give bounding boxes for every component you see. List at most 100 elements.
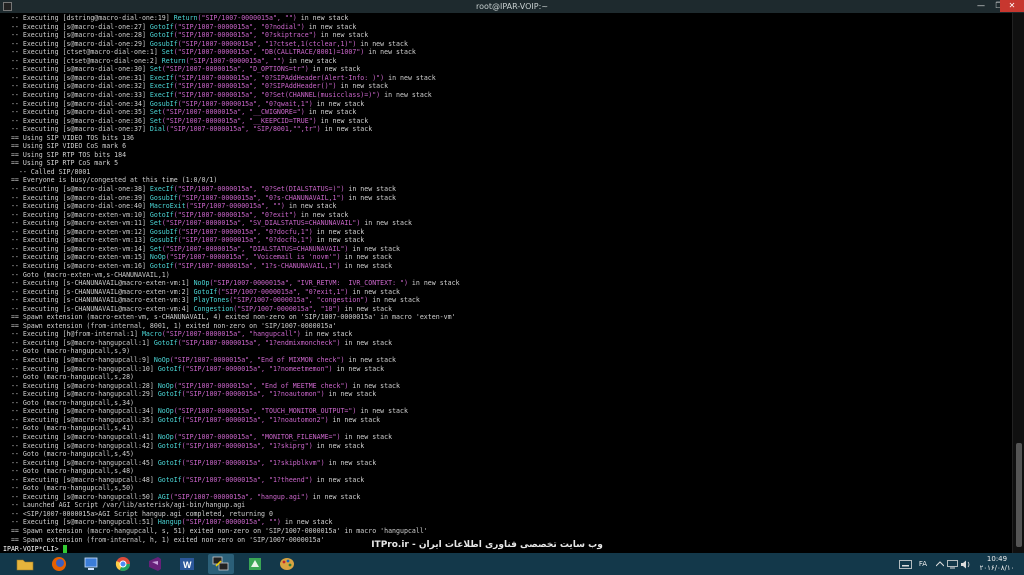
- terminal-line-segment: in new stack: [348, 287, 401, 296]
- terminal-window: root@IPAR-VOIP:~ — ❐ ✕ -- Executing [dst…: [0, 0, 1024, 553]
- banner-tagline: - وب سایت تخصصی فناوری اطلاعات ایران: [408, 540, 603, 550]
- folder-icon: [16, 559, 34, 571]
- terminal-line-segment: ("SIP/1007-0000015a", "0?docfu,1"): [177, 227, 313, 236]
- terminal-line-segment: in new stack: [312, 441, 365, 450]
- terminal-line-segment: ("SIP/1007-0000015a", "Voicemail is 'nov…: [165, 253, 341, 262]
- terminal-line-segment: == Using SIP VIDEO CoS mark 6: [3, 142, 127, 151]
- terminal-line-segment: ("SIP/1007-0000015a", ""): [181, 518, 281, 527]
- terminal-line-segment: ("SIP/1007-0000015a", "DB(CALLTRACE/8001…: [173, 48, 365, 57]
- terminal-line-segment: in new stack: [407, 279, 460, 288]
- watermark-banner: ITPro.ir - وب سایت تخصصی فناوری اطلاعات …: [352, 539, 622, 552]
- terminal-line-segment: in new stack: [312, 99, 365, 108]
- taskbar-visual-studio[interactable]: [142, 554, 168, 574]
- terminal-line-segment: ("SIP/1007-0000015a", "1?theend"): [181, 475, 313, 484]
- terminal-line-segment: -- Executing [s@macro-exten-vm:12]: [3, 227, 150, 236]
- terminal-line-segment: in new stack: [340, 432, 393, 441]
- terminal-line-segment: GotoIf: [157, 364, 182, 373]
- volume-icon[interactable]: [959, 553, 971, 575]
- terminal-line-segment: Dial: [149, 125, 166, 134]
- text-cursor: [62, 545, 67, 553]
- terminal-line-segment: -- Executing [s@macro-exten-vm:10]: [3, 210, 150, 219]
- close-button[interactable]: ✕: [1000, 0, 1024, 12]
- terminal-line-segment: in new stack: [340, 253, 393, 262]
- terminal-line-segment: -- Executing [s@macro-hangupcall:50]: [3, 492, 158, 501]
- terminal-line-segment: -- <SIP/1007-0000015a>AGI Script hangup.…: [3, 509, 273, 518]
- terminal-line-segment: ("SIP/1007-0000015a", "0?exit,1"): [217, 287, 349, 296]
- terminal-line-segment: in new stack: [336, 82, 389, 91]
- terminal-line-segment: AGI: [157, 492, 170, 501]
- terminal-output[interactable]: -- Executing [dstring@macro-dial-one:19]…: [0, 13, 1012, 553]
- terminal-line-segment: ("SIP/1007-0000015a", "End of MIXMON che…: [169, 356, 345, 364]
- terminal-line-segment: in new stack: [340, 338, 393, 347]
- system-clock[interactable]: 10:49 ۲۰۱۶/۰۸/۱۰: [974, 555, 1020, 573]
- terminal-line-segment: in new stack: [384, 73, 436, 82]
- terminal-line-segment: GosubIf: [149, 236, 178, 245]
- terminal-line-segment: -- Executing [s@macro-exten-vm:15]: [3, 253, 150, 262]
- terminal-line-segment: -- Goto (macro-hangupcall,s,50): [3, 484, 135, 493]
- terminal-line-segment: -- Executing [ctset@macro-dial-one:1]: [3, 48, 162, 57]
- terminal-line-segment: -- Executing [s@macro-hangupcall:45]: [3, 458, 158, 467]
- terminal-line-segment: -- Executing [s@macro-hangupcall:9]: [3, 356, 154, 364]
- terminal-line-segment: ("SIP/1007-0000015a", "hangupcall"): [161, 330, 301, 339]
- taskbar-app-green[interactable]: [242, 554, 268, 574]
- language-indicator[interactable]: FA: [914, 553, 932, 575]
- terminal-line-segment: -- Executing [s@macro-dial-one:36]: [3, 116, 150, 125]
- terminal-line-segment: == Spawn extension (from-internal, 8001,…: [3, 321, 337, 330]
- terminal-line-segment: == Spawn extension (macro-hangupcall, s,…: [3, 527, 428, 535]
- terminal-line-segment: Hangup: [157, 518, 182, 527]
- firefox-icon: [52, 557, 66, 571]
- terminal-line-segment: == Spawn extension (from-internal, h, 1)…: [3, 535, 325, 544]
- taskbar-chrome[interactable]: [110, 554, 136, 574]
- terminal-line-segment: ("SIP/1007-0000015a", "1?noautomon"): [181, 390, 325, 399]
- terminal-line-segment: in new stack: [344, 193, 397, 202]
- terminal-line-segment: ("SIP/1007-0000015a", "MONITOR_FILENAME=…: [173, 432, 341, 441]
- keyboard-icon[interactable]: [898, 553, 912, 575]
- word-icon: W: [180, 558, 194, 570]
- terminal-line-segment: in new stack: [308, 492, 361, 501]
- terminal-line-segment: ExecIf: [149, 73, 174, 82]
- taskbar-file-explorer[interactable]: [12, 554, 38, 574]
- terminal-line-segment: MacroExit: [149, 202, 186, 211]
- terminal-line-segment: -- Goto (macro-hangupcall,s,41): [3, 424, 135, 433]
- terminal-line-segment: in new stack: [356, 39, 408, 48]
- terminal-line-segment: -- Executing [s@macro-hangupcall:51]: [3, 518, 158, 527]
- terminal-line-segment: ("SIP/1007-0000015a", "1?s-CHANUNAVAIL,1…: [173, 261, 341, 270]
- clock-time: 10:49: [986, 555, 1008, 563]
- terminal-line-segment: -- Executing [s@macro-exten-vm:14]: [3, 244, 150, 253]
- taskbar-network-tool[interactable]: [78, 554, 104, 574]
- terminal-line-segment: Set: [149, 116, 162, 125]
- terminal-line-segment: NoOp: [193, 279, 210, 288]
- app-green-icon: [249, 558, 261, 570]
- taskbar-paint[interactable]: [274, 554, 300, 574]
- title-bar[interactable]: root@IPAR-VOIP:~ — ❐ ✕: [0, 0, 1024, 13]
- terminal-line-segment: PlayTones: [193, 296, 230, 305]
- terminal-line-segment: -- Executing [s@macro-dial-one:31]: [3, 73, 150, 82]
- taskbar-putty[interactable]: [208, 554, 234, 574]
- terminal-line-segment: -- Executing [s@macro-dial-one:29]: [3, 39, 150, 48]
- terminal-line-segment: in new stack: [304, 108, 357, 117]
- terminal-line-segment: ("SIP/1007-0000015a", ""): [197, 14, 297, 22]
- tray-arrow-icon[interactable]: [934, 553, 946, 575]
- terminal-line-segment: ("SIP/1007-0000015a", "TOUCH_MONITOR_OUT…: [173, 407, 357, 416]
- terminal-line-segment: in new stack: [328, 415, 381, 424]
- terminal-line-segment: ("SIP/1007-0000015a", "0?Set(CHANNEL(mus…: [173, 90, 381, 99]
- terminal-line-segment: -- Executing [s@macro-hangupcall:10]: [3, 364, 158, 373]
- svg-text:W: W: [183, 560, 192, 570]
- terminal-line-segment: ("SIP/1007-0000015a", "0?qwait,1"): [177, 99, 313, 108]
- network-status-icon[interactable]: [946, 553, 958, 575]
- terminal-line-segment: -- Executing [s-CHANUNAVAIL@macro-exten-…: [3, 287, 194, 296]
- terminal-line-segment: ("SIP/1007-0000015a", "0?skiptrace"): [173, 31, 317, 40]
- taskbar-word[interactable]: W: [174, 554, 200, 574]
- clock-date: ۲۰۱۶/۰۸/۱۰: [979, 564, 1015, 572]
- banner-brand: ITPro.ir: [371, 540, 409, 550]
- cli-prompt-line[interactable]: IPAR-VOIP*CLI>: [3, 545, 67, 553]
- scrollbar-thumb[interactable]: [1016, 443, 1022, 547]
- terminal-line-segment: ("SIP/1007-0000015a", "1?nomeetmemon"): [181, 364, 333, 373]
- terminal-line-segment: -- Executing [s@macro-dial-one:28]: [3, 31, 150, 40]
- terminal-line-segment: in new stack: [340, 304, 393, 313]
- terminal-line-segment: -- Executing [s@macro-exten-vm:13]: [3, 236, 150, 245]
- vertical-scrollbar[interactable]: [1012, 13, 1024, 553]
- terminal-line-segment: GosubIf: [149, 193, 178, 202]
- taskbar-firefox[interactable]: [46, 554, 72, 574]
- terminal-line-segment: ("SIP/1007-0000015a", "10"): [233, 304, 341, 313]
